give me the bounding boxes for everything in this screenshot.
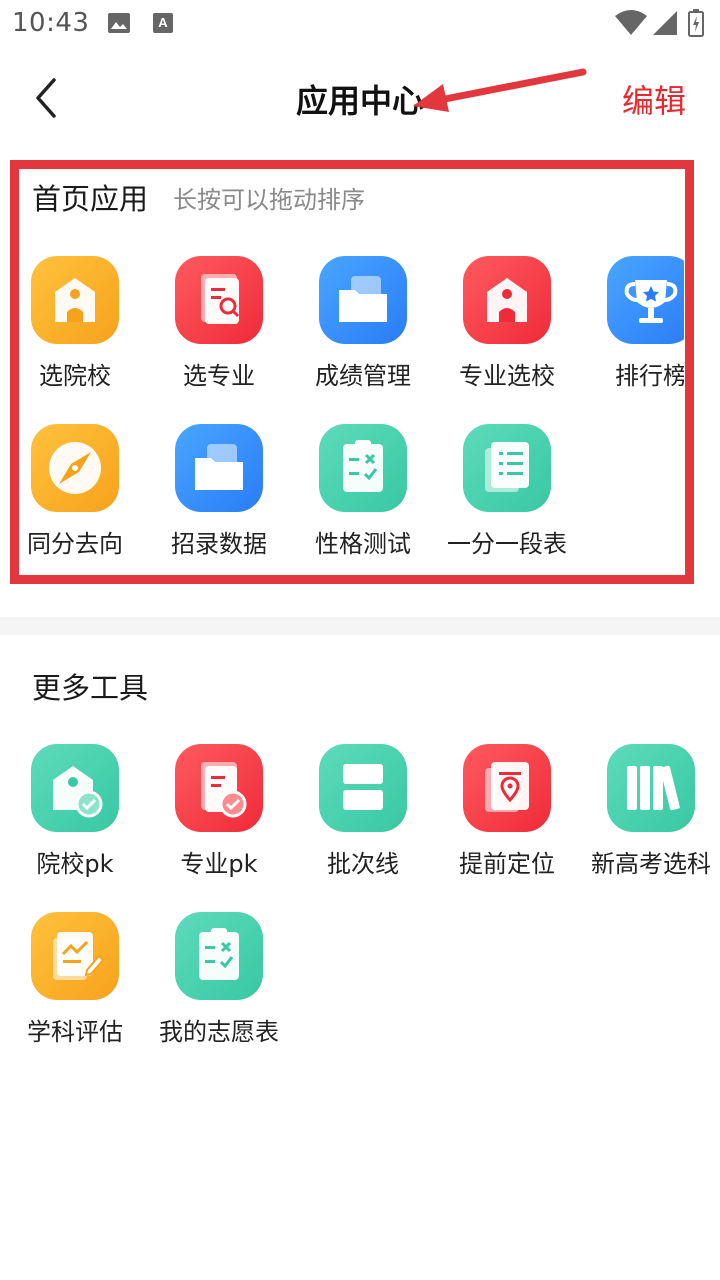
app-label: 排行榜 <box>615 362 684 390</box>
school-icon <box>31 256 119 344</box>
app-ranking[interactable]: 排行榜 <box>579 256 684 396</box>
app-label: 专业pk <box>180 850 258 878</box>
a-notification-icon: A <box>153 13 173 33</box>
app-select-major[interactable]: 选专业 <box>147 256 291 396</box>
clipboard-icon <box>319 424 407 512</box>
app-label: 同分去向 <box>27 530 123 558</box>
edit-button[interactable]: 编辑 <box>622 76 686 122</box>
app-personality-test[interactable]: 性格测试 <box>291 424 435 564</box>
status-bar: 10:43 A <box>0 0 720 50</box>
tool-school-pk[interactable]: 院校pk <box>3 744 147 884</box>
app-label: 专业选校 <box>459 362 555 390</box>
app-label: 选专业 <box>183 362 255 390</box>
section-divider <box>0 617 720 635</box>
major-check-icon <box>175 744 263 832</box>
signal-icon <box>653 11 677 35</box>
document-list-icon <box>463 424 551 512</box>
tool-discipline-assessment[interactable]: 学科评估 <box>3 912 147 1052</box>
books-icon <box>607 744 695 832</box>
home-apps-section: 选院校 选专业 成绩管理 专业选校 排行榜 同分去向 招录数据 性格测试 一分一… <box>0 160 720 590</box>
app-major-select-school[interactable]: 专业选校 <box>435 256 579 396</box>
page-title: 应用中心 <box>295 82 424 120</box>
app-label: 招录数据 <box>171 530 267 558</box>
tool-major-pk[interactable]: 专业pk <box>147 744 291 884</box>
trophy-icon <box>607 256 684 344</box>
school-check-icon <box>31 744 119 832</box>
more-tools-heading: 更多工具 <box>32 671 149 705</box>
header: 应用中心 编辑 <box>0 58 720 140</box>
compass-icon <box>31 424 119 512</box>
app-label: 院校pk <box>36 850 114 878</box>
tool-new-gaokao-subjects[interactable]: 新高考选科 <box>579 744 720 884</box>
wifi-icon <box>615 10 647 35</box>
home-apps-grid: 选院校 选专业 成绩管理 专业选校 排行榜 同分去向 招录数据 性格测试 一分一… <box>0 160 684 590</box>
app-label: 批次线 <box>327 850 399 878</box>
folder-icon <box>175 424 263 512</box>
app-label: 新高考选科 <box>591 850 711 878</box>
app-label: 成绩管理 <box>315 362 411 390</box>
app-label: 性格测试 <box>315 530 411 558</box>
batch-line-icon <box>319 744 407 832</box>
app-admission-data[interactable]: 招录数据 <box>147 424 291 564</box>
folder-icon <box>319 256 407 344</box>
image-icon <box>108 13 130 33</box>
home-apps-heading: 首页应用 <box>32 182 149 216</box>
app-label: 选院校 <box>39 362 111 390</box>
app-label: 我的志愿表 <box>159 1018 279 1046</box>
clipboard-icon <box>175 912 263 1000</box>
app-score-segment-table[interactable]: 一分一段表 <box>435 424 579 564</box>
app-score-management[interactable]: 成绩管理 <box>291 256 435 396</box>
app-label: 提前定位 <box>459 850 555 878</box>
svg-text:A: A <box>158 15 168 30</box>
chart-edit-icon <box>31 912 119 1000</box>
tool-batch-line[interactable]: 批次线 <box>291 744 435 884</box>
app-label: 一分一段表 <box>447 530 567 558</box>
status-time: 10:43 <box>12 8 90 38</box>
app-label: 学科评估 <box>27 1018 123 1046</box>
drag-sort-hint: 长按可以拖动排序 <box>173 186 365 214</box>
app-same-score-destination[interactable]: 同分去向 <box>3 424 147 564</box>
major-search-icon <box>175 256 263 344</box>
app-select-school[interactable]: 选院校 <box>3 256 147 396</box>
battery-charging-icon <box>688 9 704 37</box>
tool-my-application-form[interactable]: 我的志愿表 <box>147 912 291 1052</box>
tool-early-positioning[interactable]: 提前定位 <box>435 744 579 884</box>
more-tools-section: 更多工具 院校pk 专业pk 批次线 提前定位 新高考选科 学科评估 我的志愿表 <box>0 635 720 1085</box>
school-icon <box>463 256 551 344</box>
location-doc-icon <box>463 744 551 832</box>
